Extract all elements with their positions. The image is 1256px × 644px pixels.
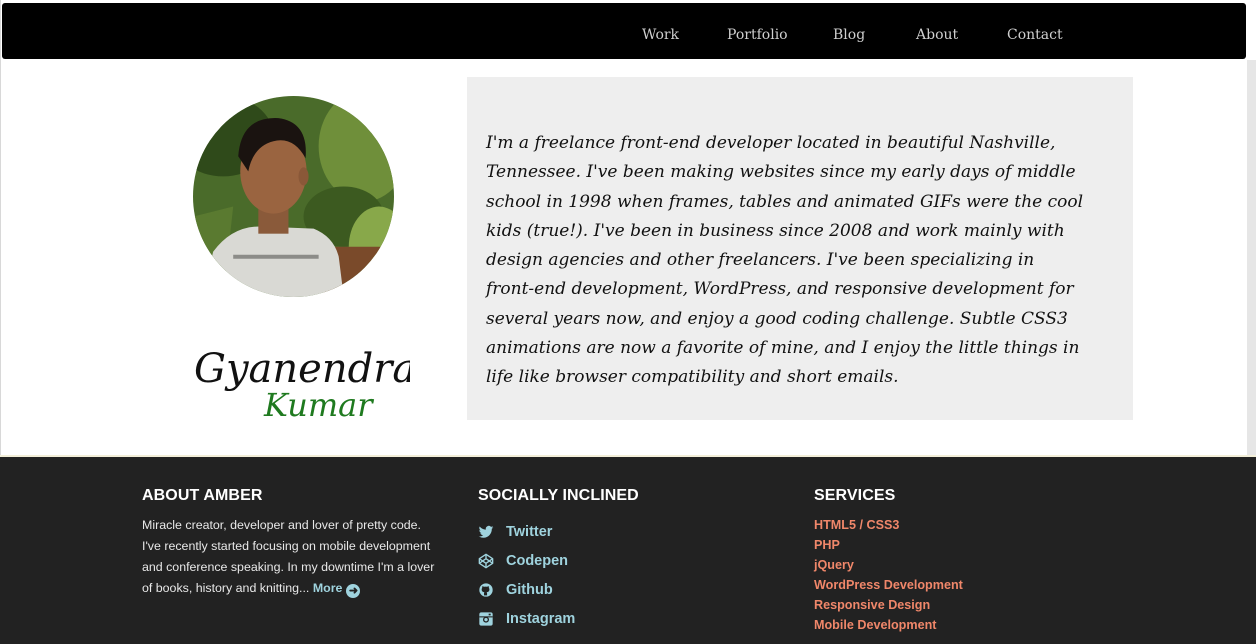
codepen-icon[interactable] [478,553,494,569]
footer-about-heading: ABOUT AMBER [142,487,263,504]
nav-item-about[interactable]: About [916,3,958,59]
footer-about-column: ABOUT AMBER Miracle creator, developer a… [142,487,437,599]
service-item-jquery[interactable]: jQuery [814,557,963,577]
scrollbar-track[interactable] [1247,60,1256,455]
nav-item-blog[interactable]: Blog [833,3,865,59]
social-label-twitter[interactable]: Twitter [506,524,552,540]
social-link-github[interactable]: Github [478,575,639,604]
signature-last-name: Kumar [263,386,374,424]
signature-logo: Gyanendra Kumar [180,330,416,430]
more-link-label[interactable]: More [313,581,343,595]
nav-item-work[interactable]: Work [642,3,679,59]
footer-services-column: SERVICES HTML5 / CSS3 PHP jQuery WordPre… [814,487,963,637]
social-link-instagram[interactable]: Instagram [478,604,639,633]
profile-photo [193,96,394,297]
service-item-html5-css3[interactable]: HTML5 / CSS3 [814,517,963,537]
nav-item-portfolio[interactable]: Portfolio [727,3,788,59]
bio-text: I'm a freelance front-end developer loca… [486,133,1084,388]
page-left-edge [0,0,1,455]
instagram-icon[interactable] [478,611,494,627]
more-link[interactable]: More ➜ [313,581,361,598]
site-footer: ABOUT AMBER Miracle creator, developer a… [0,455,1256,644]
footer-about-text: Miracle creator, developer and lover of … [142,515,437,599]
social-label-codepen[interactable]: Codepen [506,553,568,569]
social-label-instagram[interactable]: Instagram [506,611,575,627]
social-link-twitter[interactable]: Twitter [478,517,639,546]
github-icon[interactable] [478,582,494,598]
service-item-wordpress-development[interactable]: WordPress Development [814,577,963,597]
social-link-codepen[interactable]: Codepen [478,546,639,575]
arrow-right-circle-icon[interactable]: ➜ [346,584,361,598]
service-item-php[interactable]: PHP [814,537,963,557]
footer-about-body: Miracle creator, developer and lover of … [142,518,435,595]
service-item-mobile-development[interactable]: Mobile Development [814,617,963,637]
footer-social-column: SOCIALLY INCLINED Twitter Codepen Github [478,487,639,633]
social-label-github[interactable]: Github [506,582,553,598]
top-navigation-bar: Work Portfolio Blog About Contact [2,3,1246,59]
twitter-icon[interactable] [478,524,494,540]
services-list: HTML5 / CSS3 PHP jQuery WordPress Develo… [814,517,963,637]
social-links-list: Twitter Codepen Github Instagram [478,517,639,633]
footer-social-heading: SOCIALLY INCLINED [478,487,639,504]
bio-panel: I'm a freelance front-end developer loca… [467,77,1133,420]
footer-services-heading: SERVICES [814,487,896,504]
nav-item-contact[interactable]: Contact [1007,3,1063,59]
service-item-responsive-design[interactable]: Responsive Design [814,597,963,617]
